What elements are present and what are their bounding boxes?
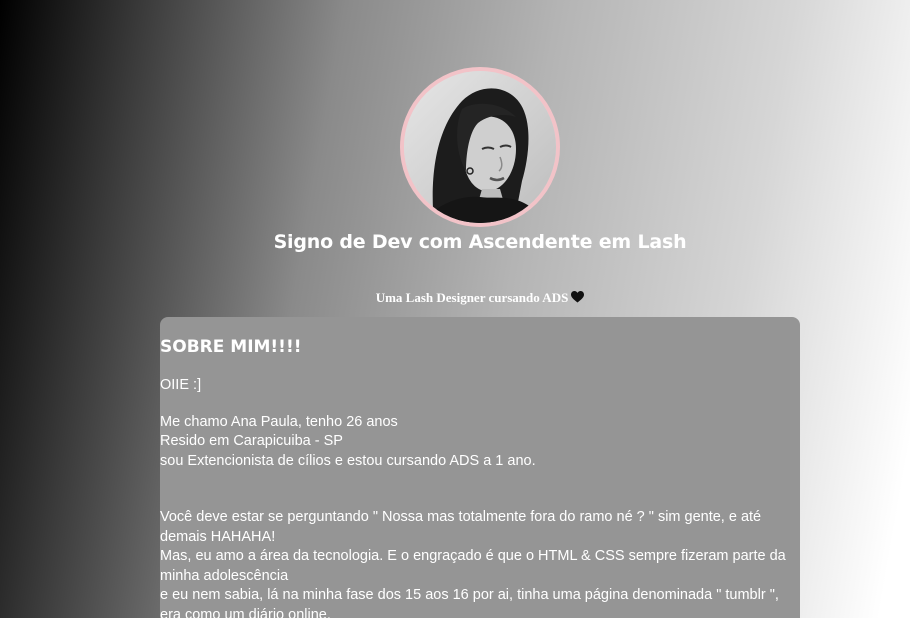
story-line: e eu nem sabia, lá na minha fase dos 15 … xyxy=(160,587,779,618)
intro-line: Resido em Carapicuiba - SP xyxy=(160,433,343,449)
tagline: Uma Lash Designer cursando ADS xyxy=(0,290,910,306)
story-line: Você deve estar se perguntando " Nossa m… xyxy=(160,509,762,545)
about-card: SOBRE MIM!!!! OIIE :] Me chamo Ana Paula… xyxy=(160,317,800,618)
about-greeting: OIIE :] xyxy=(160,377,202,393)
page-title: Signo de Dev com Ascendente em Lash xyxy=(273,231,687,253)
about-intro: Me chamo Ana Paula, tenho 26 anos Resido… xyxy=(160,413,800,472)
profile-avatar xyxy=(400,67,560,227)
intro-line: Me chamo Ana Paula, tenho 26 anos xyxy=(160,413,398,430)
black-heart-icon xyxy=(571,291,585,303)
about-heading: SOBRE MIM!!!! xyxy=(160,337,302,357)
tagline-text: Uma Lash Designer cursando ADS xyxy=(375,290,569,305)
about-story: Você deve estar se perguntando " Nossa m… xyxy=(160,508,800,618)
story-line: Mas, eu amo a área da tecnologia. E o en… xyxy=(160,548,786,584)
intro-line: sou Extencionista de cílios e estou curs… xyxy=(160,452,536,469)
profile-photo xyxy=(404,71,556,223)
